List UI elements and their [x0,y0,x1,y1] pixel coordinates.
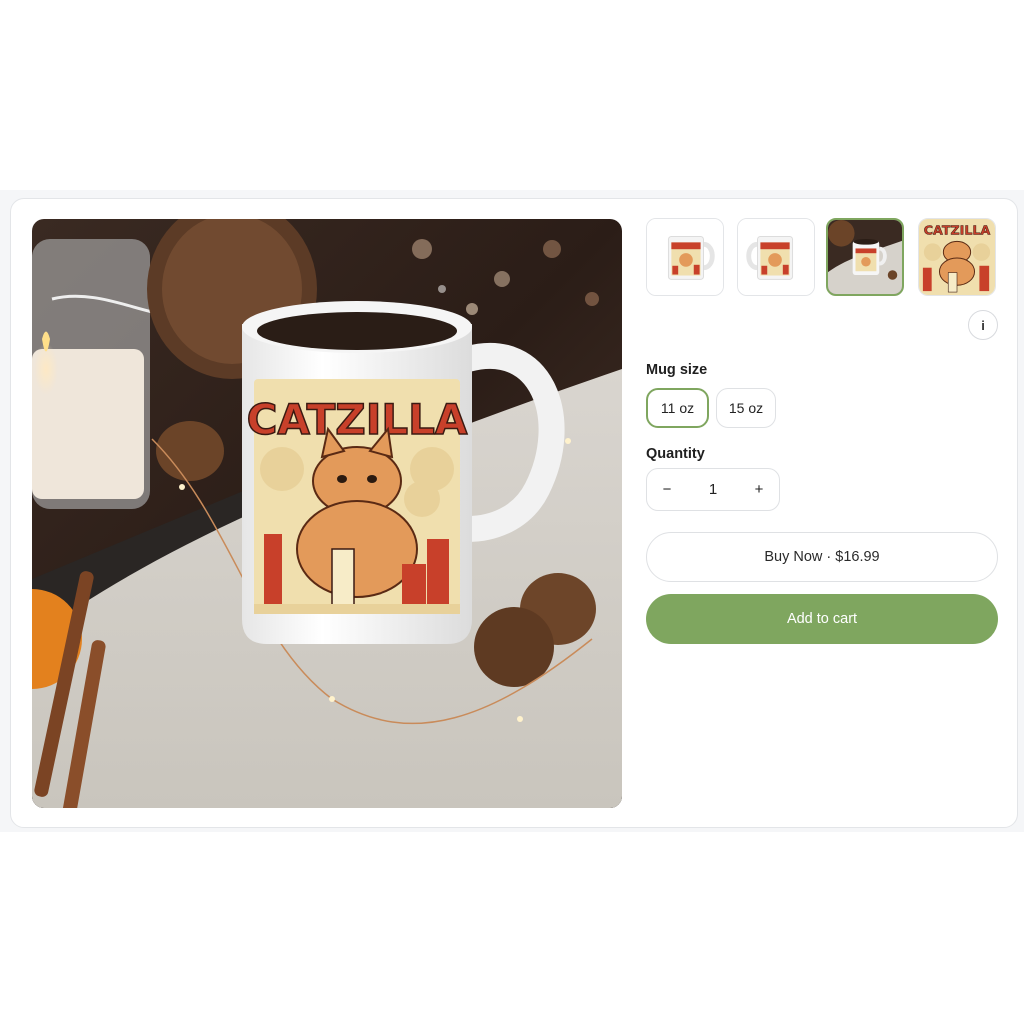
info-icon: i [981,317,985,333]
thumbnail-design-artwork[interactable]: CATZILLA [918,218,996,296]
thumbnail-strip: CATZILLA [646,218,998,298]
quantity-label: Quantity [646,446,705,462]
thumbnail-mug-lifestyle[interactable] [826,218,904,296]
add-to-cart-button[interactable]: Add to cart [646,594,998,644]
mug-size-label: Mug size [646,362,708,378]
thumbnail-mug-front[interactable] [646,218,724,296]
main-product-image[interactable]: CATZILLA [32,219,622,808]
decrement-button[interactable]: − [647,469,687,510]
increment-button[interactable]: + [739,469,779,510]
size-option-15oz[interactable]: 15 oz [716,388,776,428]
buy-now-button[interactable]: Buy Now · $16.99 [646,532,998,582]
quantity-stepper: − 1 + [646,468,780,511]
thumbnail-design-title: CATZILLA [924,223,991,238]
size-option-label: 15 oz [728,400,764,416]
quantity-value[interactable]: 1 [687,469,739,510]
thumbnail-mug-handle[interactable] [737,218,815,296]
info-button[interactable]: i [968,310,998,340]
mug-print-title: CATZILLA [247,395,468,444]
size-option-11oz[interactable]: 11 oz [646,388,709,428]
plus-icon: + [754,481,764,498]
minus-icon: − [662,481,672,498]
size-option-label: 11 oz [660,400,695,416]
add-to-cart-label: Add to cart [786,611,858,627]
buy-now-label: Buy Now · $16.99 [764,549,880,565]
